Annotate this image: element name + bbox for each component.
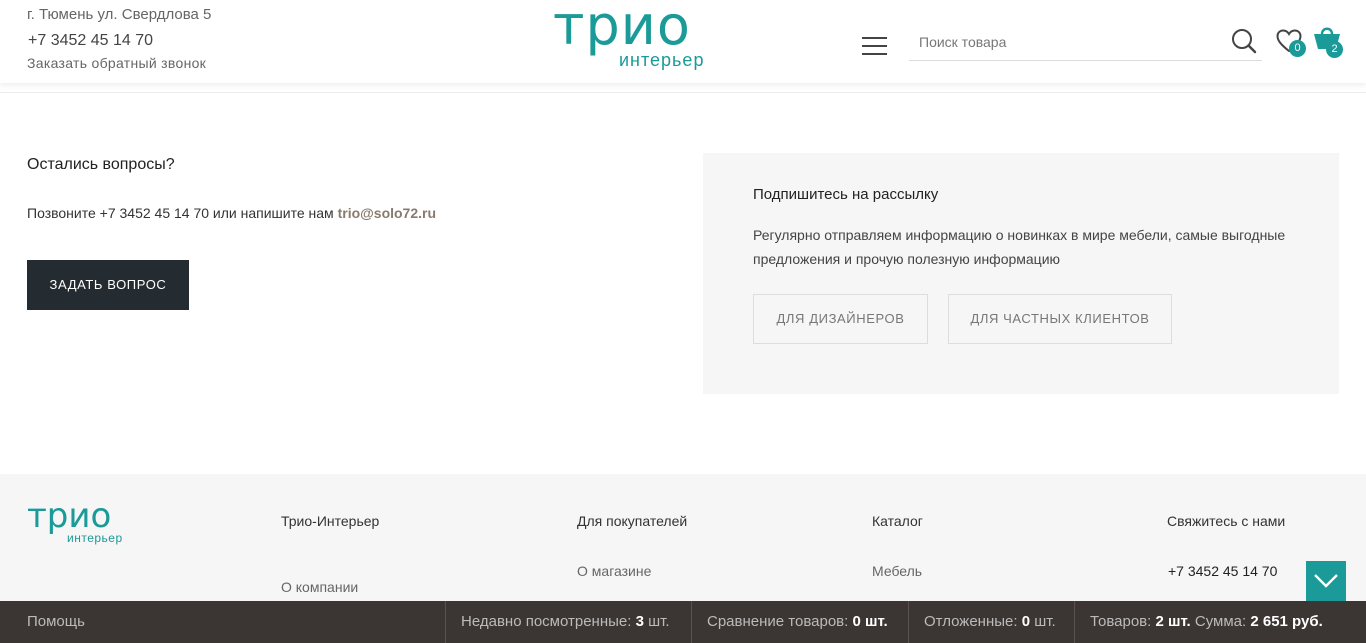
subscribe-clients-button[interactable]: ДЛЯ ЧАСТНЫХ КЛИЕНТОВ xyxy=(948,294,1172,344)
wishlist-button[interactable]: 0 xyxy=(1276,27,1306,57)
deferred-unit: шт. xyxy=(1034,613,1056,630)
header-phone[interactable]: +7 3452 45 14 70 xyxy=(28,32,153,50)
footer-phone[interactable]: +7 3452 45 14 70 xyxy=(1168,563,1277,579)
deferred-count: 0 xyxy=(1021,613,1031,630)
questions-title: Остались вопросы? xyxy=(27,156,175,173)
cart-items-label: Товаров: xyxy=(1090,613,1152,630)
footer-link-furniture[interactable]: Мебель xyxy=(872,563,922,579)
cart-sum-label: Сумма: xyxy=(1194,613,1247,630)
logo-wordmark: трио xyxy=(553,0,691,57)
search-box xyxy=(909,24,1262,61)
site-footer: трио интерьер Трио-Интерьер О компании Д… xyxy=(0,474,1366,601)
cart-button[interactable]: 2 xyxy=(1312,23,1346,59)
recently-viewed-label: Недавно посмотренные: xyxy=(461,613,632,630)
deferred-label: Отложенные: xyxy=(924,613,1018,630)
menu-icon[interactable] xyxy=(862,37,887,55)
recently-viewed-unit: шт. xyxy=(648,613,670,630)
search-input[interactable] xyxy=(919,30,1219,54)
subscribe-title: Подпишитесь на рассылку xyxy=(753,186,939,203)
cart-count-badge: 2 xyxy=(1326,41,1343,58)
ask-question-button[interactable]: ЗАДАТЬ ВОПРОС xyxy=(27,260,189,310)
compare-label: Сравнение товаров: xyxy=(707,613,849,630)
footer-link-about-store[interactable]: О магазине xyxy=(577,563,651,579)
wishlist-count-badge: 0 xyxy=(1289,40,1306,57)
subscribe-designers-button[interactable]: ДЛЯ ДИЗАЙНЕРОВ xyxy=(753,294,928,344)
questions-text: Позвоните +7 3452 45 14 70 или напишите … xyxy=(27,205,436,221)
search-icon[interactable] xyxy=(1231,28,1257,54)
help-link[interactable]: Помощь xyxy=(27,601,85,643)
deferred-items[interactable]: Отложенные: 0 шт. xyxy=(908,601,1071,643)
footer-logo[interactable]: трио интерьер xyxy=(27,496,139,550)
subscribe-panel: Подпишитесь на рассылку Регулярно отправ… xyxy=(703,153,1339,394)
footer-col-catalog-title: Каталог xyxy=(872,513,923,529)
recently-viewed[interactable]: Недавно посмотренные: 3 шт. xyxy=(445,601,685,643)
cart-summary[interactable]: Товаров: 2 шт. Сумма: 2 651 руб. xyxy=(1074,601,1366,643)
compare-value: 0 шт. xyxy=(852,613,888,630)
site-header: г. Тюмень ул. Свердлова 5 +7 3452 45 14 … xyxy=(0,0,1366,83)
cart-items-value: 2 шт. xyxy=(1155,613,1191,630)
bottom-status-bar: Помощь Недавно посмотренные: 3 шт. Сравн… xyxy=(0,601,1366,643)
footer-col-contact-title: Свяжитесь с нами xyxy=(1167,513,1286,529)
header-divider xyxy=(0,92,1366,93)
footer-col-buyers-title: Для покупателей xyxy=(577,513,688,529)
questions-text-prefix: Позвоните +7 3452 45 14 70 или напишите … xyxy=(27,205,338,221)
footer-col-company-title: Трио-Интерьер xyxy=(281,513,380,529)
compare-products[interactable]: Сравнение товаров: 0 шт. xyxy=(691,601,903,643)
footer-link-about-company[interactable]: О компании xyxy=(281,579,358,595)
cart-sum-value: 2 651 руб. xyxy=(1250,613,1323,630)
subscribe-text: Регулярно отправляем информацию о новинк… xyxy=(753,227,1286,267)
scroll-toggle-button[interactable] xyxy=(1306,561,1346,601)
chevron-down-icon xyxy=(1314,574,1338,588)
logo-subtitle: интерьер xyxy=(619,50,705,70)
footer-logo-wordmark: трио xyxy=(27,496,112,536)
recently-viewed-count: 3 xyxy=(635,613,644,630)
callback-link[interactable]: Заказать обратный звонок xyxy=(27,55,206,71)
site-logo[interactable]: трио интерьер xyxy=(553,0,739,74)
store-address: г. Тюмень ул. Свердлова 5 xyxy=(27,6,212,23)
contact-email-link[interactable]: trio@solo72.ru xyxy=(338,205,436,221)
footer-logo-subtitle: интерьер xyxy=(67,531,123,545)
